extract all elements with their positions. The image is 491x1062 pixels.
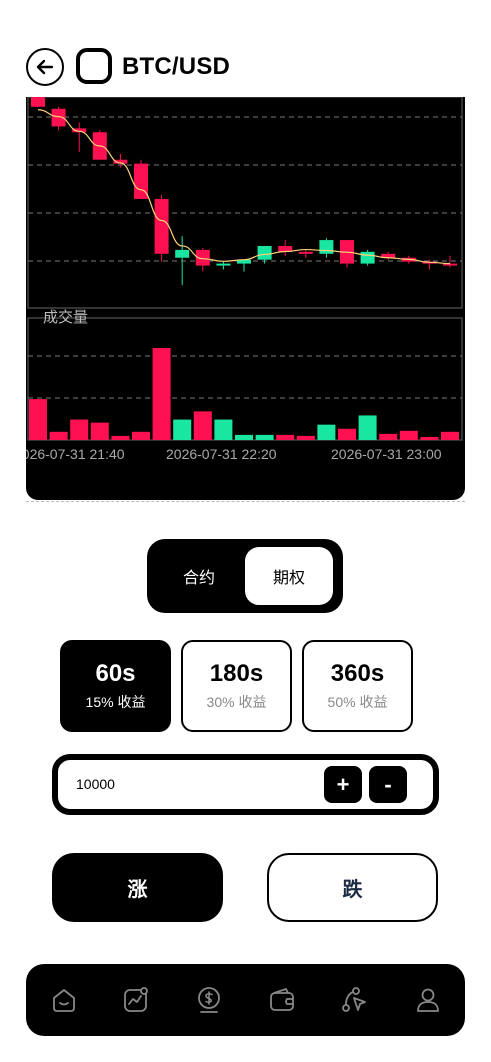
decrease-button[interactable]: - [369, 766, 407, 803]
kline-chart[interactable]: 成交量 2026-07-31 21:40 2026-07-31 22:20 20… [26, 97, 465, 500]
volume-bar [90, 422, 109, 440]
candle-body [154, 198, 169, 254]
tab-option[interactable]: 期权 [245, 547, 333, 605]
volume-bar [296, 435, 315, 440]
amount-input[interactable] [76, 760, 296, 809]
candle-body [216, 263, 231, 266]
volume-bar [173, 419, 192, 440]
dollar-coin-icon [198, 987, 220, 1013]
volume-bar [420, 436, 439, 440]
home-icon [53, 989, 75, 1012]
increase-button[interactable]: + [324, 766, 362, 803]
volume-bar [111, 435, 130, 440]
period-360s[interactable]: 360s 50% 收益 [302, 640, 413, 732]
volume-bar [441, 431, 459, 440]
candle-body [257, 245, 272, 260]
buy-up-button[interactable]: 涨 [52, 853, 223, 922]
period-yield: 15% 收益 [85, 694, 146, 710]
candle-body [175, 249, 190, 258]
volume-bar [70, 419, 89, 440]
period-seconds: 60s [95, 660, 136, 687]
volume-bar [255, 434, 274, 440]
candle-body [319, 240, 334, 254]
volume-bar [276, 434, 295, 440]
volume-bar [214, 419, 233, 440]
volume-bar [379, 433, 398, 440]
volume-bar [29, 399, 47, 440]
volume-bar [49, 431, 68, 440]
chart-divider [26, 501, 465, 502]
volume-bar [338, 428, 356, 440]
amount-stepper: + - [52, 754, 439, 815]
time-label-2: 2026-07-31 22:20 [166, 446, 277, 462]
nav-trade[interactable] [195, 986, 223, 1014]
header: BTC/USD [26, 48, 230, 86]
period-seconds: 360s [330, 660, 385, 687]
buy-down-button[interactable]: 跌 [267, 853, 438, 922]
tab-contract[interactable]: 合约 [155, 547, 243, 605]
volume-bar [317, 424, 336, 440]
volume-frame [27, 317, 463, 441]
candle-body [31, 97, 45, 107]
nav-home[interactable] [50, 986, 78, 1014]
period-180s[interactable]: 180s 30% 收益 [181, 640, 292, 732]
nav-wallet[interactable] [268, 986, 296, 1014]
arrow-left-icon [36, 59, 54, 75]
time-label-3: 2026-07-31 23:00 [331, 446, 442, 462]
price-frame [27, 97, 463, 309]
volume-bar [358, 415, 377, 440]
candle-body [298, 251, 313, 254]
user-icon [417, 988, 439, 1012]
pair-title: BTC/USD [122, 53, 231, 80]
share-icon [342, 987, 366, 1012]
mode-toggle: 合约 期权 [147, 539, 343, 613]
bottom-nav [26, 964, 465, 1036]
back-button[interactable] [26, 48, 64, 86]
chart-icon [124, 987, 148, 1012]
nav-share[interactable] [340, 986, 368, 1014]
period-selector: 60s 15% 收益 180s 30% 收益 360s 50% 收益 [60, 640, 413, 732]
period-60s[interactable]: 60s 15% 收益 [60, 640, 171, 732]
period-yield: 50% 收益 [327, 694, 388, 710]
candle-body [360, 251, 375, 264]
nav-market[interactable] [122, 986, 150, 1014]
time-label-1: 2026-07-31 21:40 [26, 446, 125, 462]
period-seconds: 180s [209, 660, 264, 687]
volume-label: 成交量 [43, 308, 88, 326]
volume-bar [399, 430, 418, 440]
volume-bar [132, 431, 150, 440]
wallet-icon [270, 988, 294, 1011]
volume-bar [152, 348, 171, 440]
coin-logo-icon [76, 48, 112, 86]
period-yield: 30% 收益 [206, 694, 267, 710]
volume-bar [193, 411, 212, 440]
kline-svg: 成交量 2026-07-31 21:40 2026-07-31 22:20 20… [26, 97, 463, 462]
nav-profile[interactable] [414, 986, 442, 1014]
volume-bar [235, 434, 253, 440]
